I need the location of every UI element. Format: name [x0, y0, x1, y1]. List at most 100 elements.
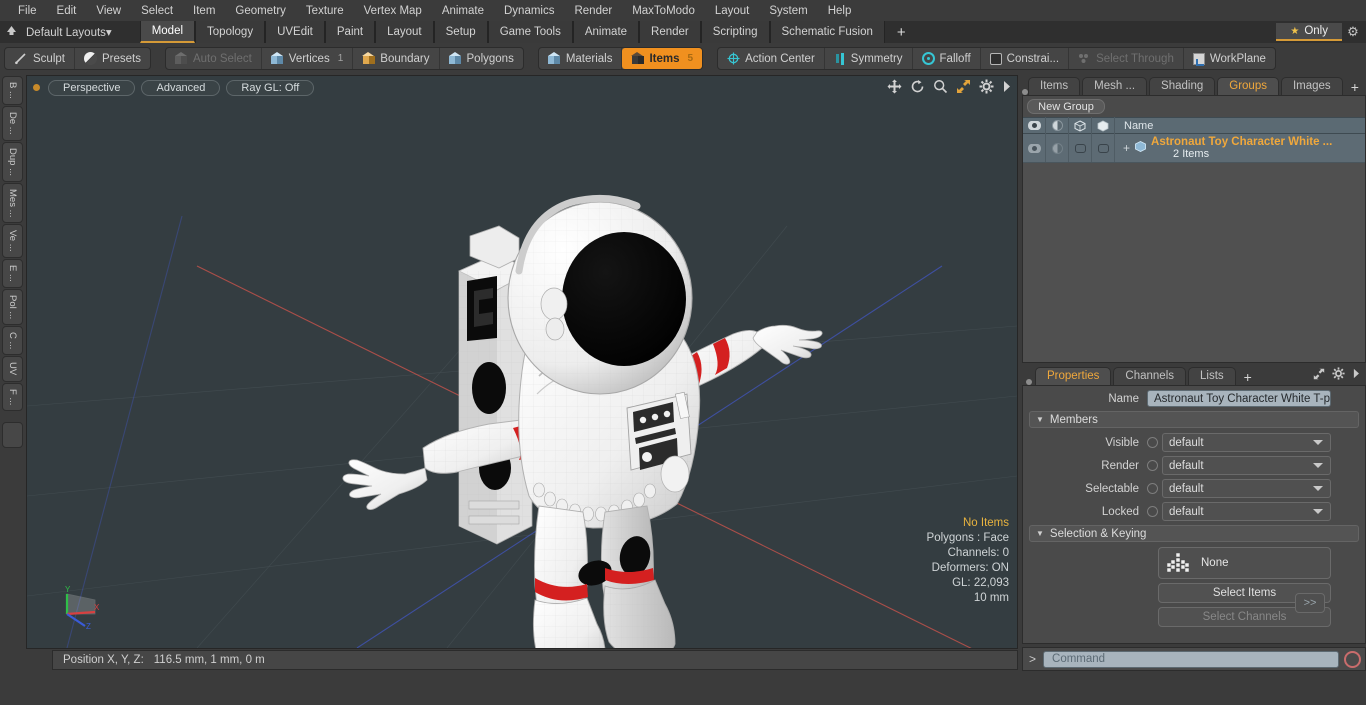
render-indicator[interactable]: [1147, 460, 1158, 471]
locked-indicator[interactable]: [1147, 506, 1158, 517]
zoom-icon[interactable]: [933, 79, 948, 96]
command-input[interactable]: Command: [1043, 650, 1339, 668]
selectable-dropdown[interactable]: default: [1162, 479, 1331, 498]
tab-channels[interactable]: Channels: [1113, 367, 1187, 385]
presets-button[interactable]: Presets: [75, 48, 150, 69]
chevron-right-icon[interactable]: [1352, 368, 1360, 382]
tab-setup[interactable]: Setup: [433, 21, 488, 43]
symmetry-button[interactable]: Symmetry: [825, 48, 913, 69]
left-rail-tab-extra[interactable]: [2, 421, 23, 448]
boundary-button[interactable]: Boundary: [353, 48, 440, 69]
vertices-button[interactable]: Vertices 1: [262, 48, 354, 69]
render-dropdown[interactable]: default: [1162, 456, 1331, 475]
menu-item-render[interactable]: Render: [564, 3, 622, 19]
tab-animate[interactable]: Animate: [572, 21, 640, 43]
tab-layout[interactable]: Layout: [375, 21, 434, 43]
row-select-toggle[interactable]: [1069, 134, 1092, 162]
gear-icon[interactable]: [1332, 367, 1345, 383]
menu-item-dynamics[interactable]: Dynamics: [494, 3, 564, 19]
render-column-icon[interactable]: [1046, 117, 1069, 134]
menu-item-layout[interactable]: Layout: [705, 3, 760, 19]
menu-item-vertex-map[interactable]: Vertex Map: [354, 3, 432, 19]
viewport-projection-button[interactable]: Perspective: [48, 79, 136, 96]
tab-uvedit[interactable]: UVEdit: [265, 21, 325, 43]
tab-game-tools[interactable]: Game Tools: [487, 21, 573, 43]
left-rail-tab-0[interactable]: B ...: [2, 76, 23, 105]
row-wireframe-toggle[interactable]: [1092, 134, 1115, 162]
wireframe-column-icon[interactable]: [1092, 117, 1115, 134]
items-button[interactable]: Items 5: [622, 48, 703, 69]
viewport-shading-button[interactable]: Advanced: [141, 79, 221, 96]
move-icon[interactable]: [887, 79, 902, 96]
home-icon[interactable]: [0, 24, 22, 40]
action-center-button[interactable]: Action Center: [718, 48, 825, 69]
tab-model[interactable]: Model: [139, 21, 196, 43]
select-through-button[interactable]: Select Through: [1069, 48, 1184, 69]
tab-mesh[interactable]: Mesh ...: [1082, 77, 1148, 95]
menu-item-maxtomodo[interactable]: MaxToModo: [622, 3, 705, 19]
sculpt-button[interactable]: Sculpt: [5, 48, 75, 69]
tab-render[interactable]: Render: [639, 21, 701, 43]
members-section-header[interactable]: ▼ Members: [1029, 411, 1359, 428]
row-visible-toggle[interactable]: [1023, 134, 1046, 162]
name-field[interactable]: Astronaut Toy Character White T-pose: [1147, 390, 1331, 407]
left-rail-tab-4[interactable]: Ve ...: [2, 224, 23, 258]
expand-panel-button[interactable]: >>: [1295, 593, 1325, 613]
left-rail-tab-9[interactable]: F ...: [2, 382, 23, 411]
workplane-button[interactable]: WorkPlane: [1184, 48, 1275, 69]
selectable-indicator[interactable]: [1147, 483, 1158, 494]
selection-set-field[interactable]: None: [1158, 547, 1331, 579]
left-rail-tab-8[interactable]: UV: [2, 356, 23, 382]
tab-images[interactable]: Images: [1280, 77, 1343, 95]
new-group-button[interactable]: New Group: [1027, 99, 1105, 114]
falloff-button[interactable]: Falloff: [913, 48, 981, 69]
menu-item-file[interactable]: File: [8, 3, 47, 19]
add-panel-tab-button[interactable]: +: [1345, 79, 1365, 95]
tab-items[interactable]: Items: [1028, 77, 1081, 95]
maximize-icon[interactable]: [1313, 368, 1325, 383]
tab-topology[interactable]: Topology: [195, 21, 266, 43]
menu-item-animate[interactable]: Animate: [432, 3, 494, 19]
polygons-button[interactable]: Polygons: [440, 48, 523, 69]
menu-item-view[interactable]: View: [86, 3, 131, 19]
left-rail-tab-7[interactable]: C ...: [2, 325, 23, 356]
gear-icon[interactable]: ⚙: [1342, 24, 1364, 40]
row-render-toggle[interactable]: [1046, 134, 1069, 162]
tab-properties[interactable]: Properties: [1035, 367, 1112, 385]
rotate-icon[interactable]: [910, 79, 925, 96]
menu-item-item[interactable]: Item: [183, 3, 225, 19]
selection-keying-section-header[interactable]: ▼ Selection & Keying: [1029, 525, 1359, 542]
menu-item-select[interactable]: Select: [131, 3, 183, 19]
visible-column-icon[interactable]: [1023, 117, 1046, 134]
viewport-3d[interactable]: Perspective Advanced Ray GL: Off No Item…: [26, 75, 1018, 649]
menu-item-system[interactable]: System: [759, 3, 817, 19]
row-name-cell[interactable]: + Astronaut Toy Character White ... 2 It…: [1115, 134, 1365, 162]
tab-groups[interactable]: Groups: [1217, 77, 1279, 95]
gear-icon[interactable]: [979, 79, 994, 96]
menu-item-edit[interactable]: Edit: [47, 3, 87, 19]
left-rail-tab-5[interactable]: E ...: [2, 258, 23, 288]
left-rail-tab-3[interactable]: Mes ...: [2, 182, 23, 224]
locked-dropdown[interactable]: default: [1162, 502, 1331, 521]
menu-item-help[interactable]: Help: [818, 3, 862, 19]
visible-dropdown[interactable]: default: [1162, 433, 1331, 452]
materials-button[interactable]: Materials: [539, 48, 623, 69]
tab-scripting[interactable]: Scripting: [700, 21, 770, 43]
table-row[interactable]: + Astronaut Toy Character White ... 2 It…: [1023, 134, 1365, 163]
record-icon[interactable]: [1344, 650, 1361, 668]
left-rail-tab-1[interactable]: De ...: [2, 105, 23, 141]
expand-icon[interactable]: +: [1123, 141, 1130, 155]
tab-paint[interactable]: Paint: [324, 21, 376, 43]
add-properties-tab-button[interactable]: +: [1238, 369, 1258, 385]
only-toggle-button[interactable]: ★ Only: [1276, 23, 1342, 41]
menu-item-geometry[interactable]: Geometry: [225, 3, 296, 19]
tab-lists[interactable]: Lists: [1188, 367, 1236, 385]
add-tab-button[interactable]: +: [884, 21, 918, 43]
constraint-button[interactable]: Constrai...: [981, 48, 1070, 69]
tab-schematic-fusion[interactable]: Schematic Fusion: [769, 21, 885, 43]
maximize-icon[interactable]: [956, 79, 971, 96]
menu-item-texture[interactable]: Texture: [296, 3, 354, 19]
auto-select-button[interactable]: Auto Select: [166, 48, 262, 69]
left-rail-tab-6[interactable]: Pol ...: [2, 288, 23, 325]
layout-selector[interactable]: Default Layouts▾: [22, 25, 122, 39]
